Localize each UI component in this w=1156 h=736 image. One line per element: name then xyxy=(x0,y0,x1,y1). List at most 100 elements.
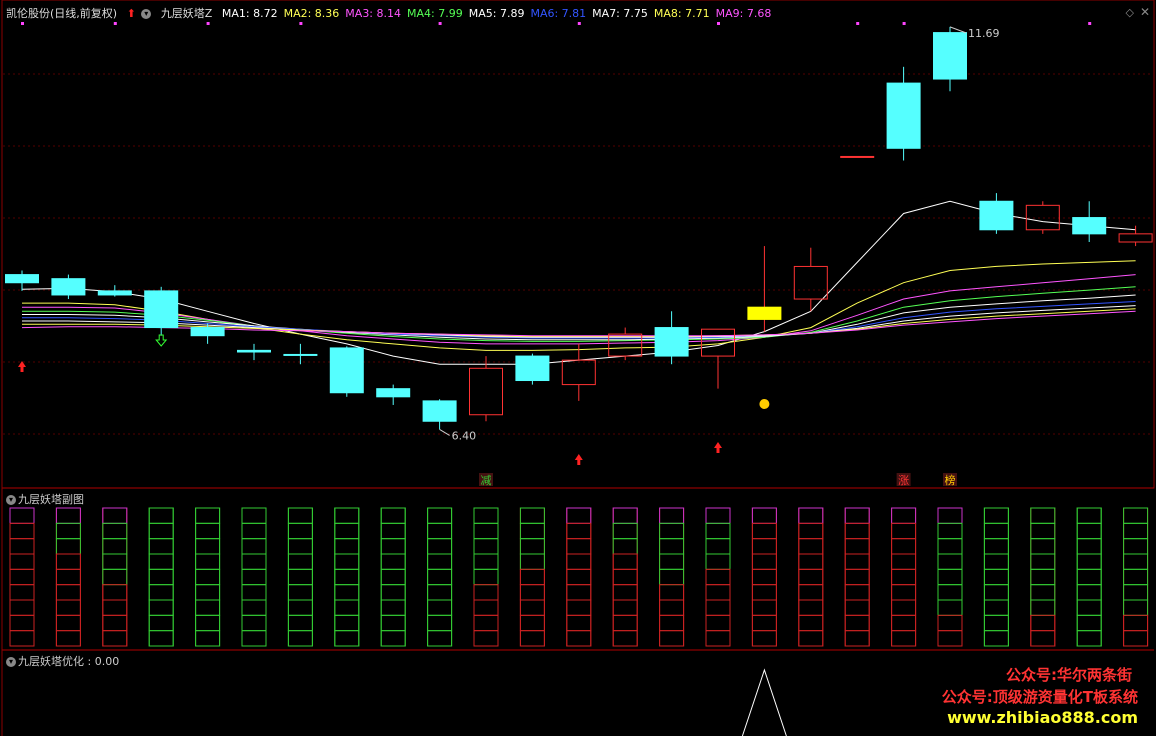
tower-segment xyxy=(891,614,917,632)
tower-segment xyxy=(195,522,221,540)
tower-segment xyxy=(1076,584,1102,601)
tower-segment xyxy=(102,553,128,570)
tower-segment xyxy=(241,538,267,555)
candle-body xyxy=(144,290,179,329)
marker-text-1: 涨 xyxy=(898,474,909,487)
tower-segment xyxy=(844,538,870,555)
tower-segment xyxy=(1123,522,1149,540)
tower-segment xyxy=(1030,584,1056,601)
tower-segment xyxy=(195,507,221,524)
tower-outline xyxy=(287,507,313,647)
tower-segment xyxy=(612,507,638,524)
candle-body xyxy=(190,327,225,337)
tower-segment xyxy=(1076,522,1102,540)
watermark-2: 公众号:顶级游资量化T板系统 xyxy=(941,688,1138,706)
money-bag-icon xyxy=(759,399,770,409)
tower-outline xyxy=(983,507,1009,647)
high-label-leader xyxy=(949,26,967,34)
tower-segment xyxy=(55,538,81,555)
tower-outline xyxy=(1076,507,1102,647)
tower-segment xyxy=(473,614,499,632)
tower-segment xyxy=(659,553,685,570)
tower-segment xyxy=(566,614,592,632)
main-panel-border xyxy=(1,0,1155,489)
tower-segment xyxy=(566,553,592,570)
tower-segment xyxy=(9,507,35,524)
tower-segment xyxy=(9,614,35,632)
tower-segment xyxy=(1123,568,1149,586)
tower-segment xyxy=(659,599,685,616)
tower-segment xyxy=(659,507,685,524)
tower-segment xyxy=(751,553,777,570)
tower-segment xyxy=(9,568,35,586)
tower-segment xyxy=(937,538,963,555)
candle-body xyxy=(283,353,318,356)
tower-segment xyxy=(798,584,824,601)
tower-segment xyxy=(427,568,453,586)
tower-segment xyxy=(519,538,545,555)
tower-outline xyxy=(1123,507,1149,647)
tower-segment xyxy=(195,538,221,555)
candle-body xyxy=(97,290,132,296)
candle-body xyxy=(469,367,503,416)
tower-segment xyxy=(195,630,221,647)
tower-segment xyxy=(195,599,221,616)
tower-outline xyxy=(473,507,499,647)
tower-segment xyxy=(983,507,1009,524)
tower-segment xyxy=(102,538,128,555)
tower-segment xyxy=(55,507,81,524)
tower-segment xyxy=(937,584,963,601)
tower-segment xyxy=(241,522,267,540)
tower-outline xyxy=(380,507,406,647)
tower-segment xyxy=(798,599,824,616)
tower-segment xyxy=(612,630,638,647)
tower-segment xyxy=(9,630,35,647)
tower-segment xyxy=(519,507,545,524)
candle-body xyxy=(933,32,967,80)
tower-segment xyxy=(751,522,777,540)
tower-segment xyxy=(9,599,35,616)
tower-segment xyxy=(612,599,638,616)
tower-segment xyxy=(891,553,917,570)
tower-segment xyxy=(937,522,963,540)
tower-segment xyxy=(659,568,685,586)
sell-arrow-icon xyxy=(155,334,168,347)
tower-segment xyxy=(612,538,638,555)
tower-segment xyxy=(195,568,221,586)
tower-segment xyxy=(566,568,592,586)
tower-segment xyxy=(612,568,638,586)
tower-segment xyxy=(9,553,35,570)
tower-segment xyxy=(55,522,81,540)
tower-segment xyxy=(334,614,360,632)
buy-arrow-icon xyxy=(714,442,722,453)
ma-line-4 xyxy=(22,286,1136,342)
watermark-3: www.zhibiao888.com xyxy=(947,708,1138,727)
tower-segment xyxy=(473,568,499,586)
tower-segment xyxy=(612,584,638,601)
tower-outline xyxy=(798,507,824,647)
tower-outline xyxy=(55,507,81,647)
tower-segment xyxy=(844,584,870,601)
candle-body xyxy=(747,306,782,320)
tower-segment xyxy=(798,553,824,570)
tower-segment xyxy=(427,538,453,555)
tower-segment xyxy=(334,507,360,524)
tower-segment xyxy=(241,614,267,632)
tower-segment xyxy=(705,568,731,586)
top-dot-1 xyxy=(113,22,117,25)
tower-segment xyxy=(705,614,731,632)
tower-segment xyxy=(891,522,917,540)
tower-segment xyxy=(1123,584,1149,601)
tower-segment xyxy=(241,630,267,647)
tower-segment xyxy=(751,584,777,601)
tower-segment xyxy=(798,538,824,555)
buy-arrow-icon xyxy=(574,454,583,465)
candle-body xyxy=(886,82,921,149)
tower-segment xyxy=(983,599,1009,616)
tower-segment xyxy=(148,584,174,601)
tower-outline xyxy=(844,507,870,647)
tower-segment xyxy=(195,553,221,570)
tower-outline xyxy=(612,507,638,647)
tower-segment xyxy=(612,553,638,570)
tower-segment xyxy=(705,584,731,601)
